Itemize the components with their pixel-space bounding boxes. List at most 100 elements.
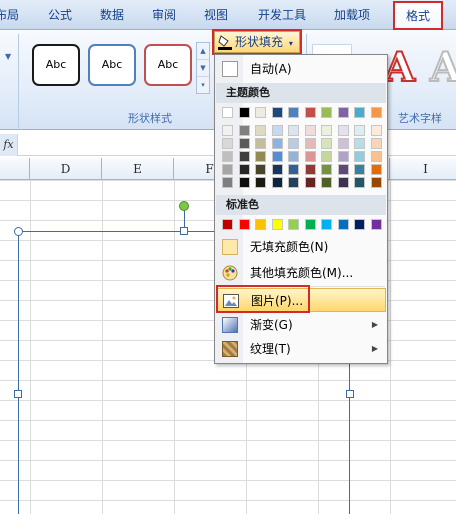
shape-resize-handle[interactable] [180,227,188,235]
style-gallery-scroll[interactable]: ▲ ▼ ▾ [196,42,210,94]
theme-shade-swatch[interactable] [337,164,349,175]
standard-color-swatch[interactable] [304,219,316,230]
standard-color-swatch[interactable] [321,219,332,230]
no-fill-item[interactable]: 无填充颜色(N) [216,235,386,259]
theme-shade-swatch[interactable] [238,138,250,149]
tab-addins[interactable]: 加载项 [326,0,378,30]
tab-format[interactable]: 格式 [394,2,442,30]
wordart-sample-gray[interactable]: A [429,43,456,92]
theme-shade-swatch[interactable] [321,138,332,149]
theme-shade-swatch[interactable] [288,151,299,162]
insert-shapes-arrow-icon[interactable]: ▼ [5,52,11,61]
theme-shade-swatch[interactable] [354,125,365,136]
theme-color-swatch[interactable] [337,107,349,118]
theme-shade-swatch[interactable] [354,177,365,188]
theme-shade-swatch[interactable] [354,164,365,175]
theme-shade-swatch[interactable] [337,138,349,149]
theme-shade-swatch[interactable] [321,151,332,162]
theme-color-swatch[interactable] [222,107,233,118]
theme-color-swatch[interactable] [271,107,283,118]
theme-shade-swatch[interactable] [271,177,283,188]
theme-color-swatch[interactable] [255,107,266,118]
theme-shade-swatch[interactable] [370,138,382,149]
theme-shade-swatch[interactable] [238,151,250,162]
theme-shade-swatch[interactable] [222,138,233,149]
theme-shade-swatch[interactable] [255,138,266,149]
standard-color-swatch[interactable] [238,219,250,230]
shape-resize-handle[interactable] [14,390,22,398]
theme-color-swatch[interactable] [370,107,382,118]
standard-color-swatch[interactable] [255,219,266,230]
theme-shade-swatch[interactable] [255,151,266,162]
theme-shade-swatch[interactable] [288,177,299,188]
theme-shade-swatch[interactable] [271,138,283,149]
theme-shade-swatch[interactable] [321,125,332,136]
theme-shade-swatch[interactable] [222,125,233,136]
theme-shade-swatch[interactable] [370,125,382,136]
theme-shade-swatch[interactable] [354,138,365,149]
theme-shade-swatch[interactable] [370,177,382,188]
theme-shade-swatch[interactable] [354,151,365,162]
shape-style-red[interactable]: Abc [144,44,192,86]
theme-shade-swatch[interactable] [238,164,250,175]
theme-shade-swatch[interactable] [370,151,382,162]
theme-shade-swatch[interactable] [271,125,283,136]
more-colors-item[interactable]: 其他填充颜色(M)... [216,261,386,285]
theme-shade-swatch[interactable] [304,164,316,175]
insert-function-icon[interactable]: fx [0,134,18,156]
theme-shade-swatch[interactable] [321,164,332,175]
tab-formulas[interactable]: 公式 [40,0,80,30]
theme-shade-swatch[interactable] [304,138,316,149]
theme-shade-swatch[interactable] [370,164,382,175]
tab-developer[interactable]: 开发工具 [250,0,314,30]
column-header-i[interactable]: I [390,158,456,180]
theme-shade-swatch[interactable] [255,125,266,136]
theme-shade-swatch[interactable] [271,151,283,162]
column-header-d[interactable]: D [30,158,102,180]
theme-shade-swatch[interactable] [337,177,349,188]
tab-data[interactable]: 数据 [92,0,132,30]
gallery-down-icon[interactable]: ▼ [197,60,209,77]
shape-resize-handle[interactable] [346,390,354,398]
theme-color-swatch[interactable] [354,107,365,118]
auto-color-item[interactable]: 自动(A) [216,57,386,81]
theme-shade-swatch[interactable] [255,164,266,175]
theme-shade-swatch[interactable] [337,151,349,162]
shape-style-blue[interactable]: Abc [88,44,136,86]
theme-shade-swatch[interactable] [304,125,316,136]
standard-color-swatch[interactable] [370,219,382,230]
texture-fill-item[interactable]: 纹理(T) ▶ [216,337,386,361]
theme-shade-swatch[interactable] [304,177,316,188]
tab-layout[interactable]: 布局 [0,0,22,30]
theme-color-swatch[interactable] [288,107,299,118]
theme-shade-swatch[interactable] [222,177,233,188]
column-header-e[interactable]: E [102,158,174,180]
rotation-handle[interactable] [179,201,189,211]
theme-shade-swatch[interactable] [238,177,250,188]
theme-shade-swatch[interactable] [288,164,299,175]
theme-color-swatch[interactable] [238,107,250,118]
theme-color-swatch[interactable] [321,107,332,118]
gradient-fill-item[interactable]: 渐变(G) ▶ [216,313,386,337]
standard-color-swatch[interactable] [222,219,233,230]
gallery-more-icon[interactable]: ▾ [197,77,209,94]
theme-shade-swatch[interactable] [255,177,266,188]
picture-fill-item[interactable]: 图片(P)... [216,288,386,312]
theme-shade-swatch[interactable] [222,151,233,162]
tab-review[interactable]: 审阅 [144,0,184,30]
theme-color-swatch[interactable] [304,107,316,118]
standard-color-swatch[interactable] [354,219,365,230]
shape-fill-button[interactable]: 形状填充 ▾ [214,31,300,53]
standard-color-swatch[interactable] [288,219,299,230]
shape-resize-handle[interactable] [14,227,23,236]
theme-shade-swatch[interactable] [222,164,233,175]
wordart-sample-red[interactable]: A [383,43,416,92]
theme-shade-swatch[interactable] [288,125,299,136]
standard-color-swatch[interactable] [271,219,283,230]
tab-view[interactable]: 视图 [196,0,236,30]
theme-shade-swatch[interactable] [304,151,316,162]
theme-shade-swatch[interactable] [238,125,250,136]
theme-shade-swatch[interactable] [271,164,283,175]
shape-style-black[interactable]: Abc [32,44,80,86]
theme-shade-swatch[interactable] [337,125,349,136]
